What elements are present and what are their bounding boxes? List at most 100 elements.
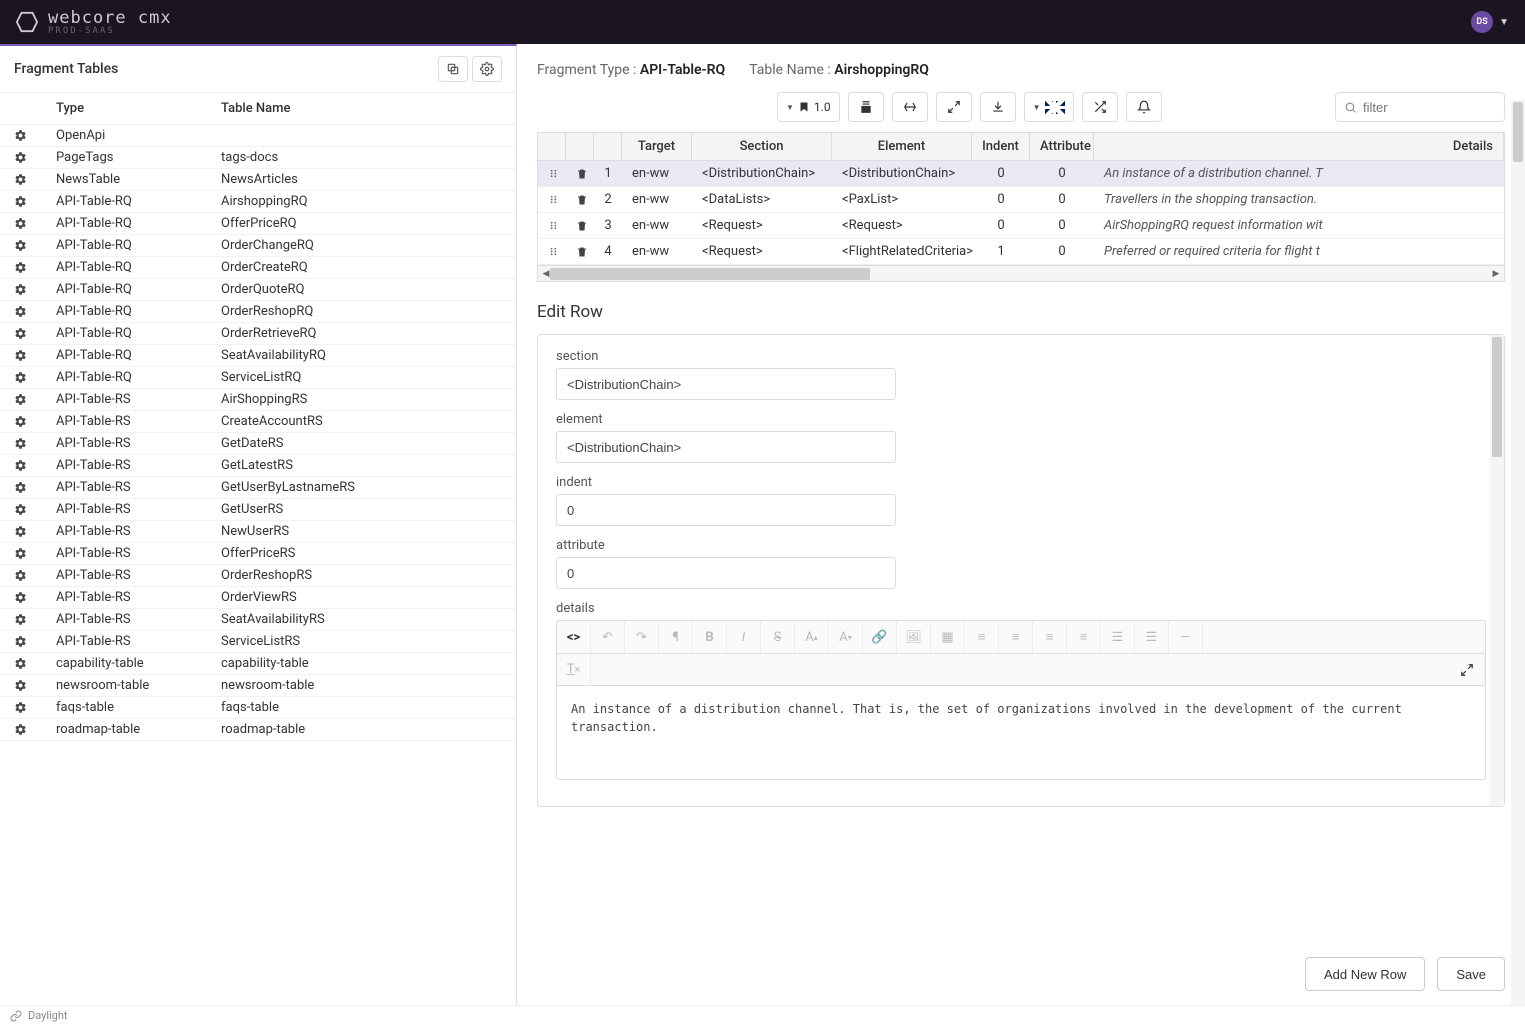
delete-row-icon[interactable] <box>566 163 594 185</box>
gear-icon[interactable] <box>14 305 56 318</box>
table-row[interactable]: PageTagstags-docs <box>0 147 516 169</box>
filter-input[interactable] <box>1363 100 1496 115</box>
table-row[interactable]: API-Table-RSCreateAccountRS <box>0 411 516 433</box>
table-row[interactable]: API-Table-RQOrderRetrieveRQ <box>0 323 516 345</box>
gear-icon[interactable] <box>14 151 56 164</box>
delete-row-icon[interactable] <box>566 241 594 263</box>
delete-row-icon[interactable] <box>566 215 594 237</box>
delete-row-icon[interactable] <box>566 189 594 211</box>
table-row[interactable]: API-Table-RQAirshoppingRQ <box>0 191 516 213</box>
table-row[interactable]: faqs-tablefaqs-table <box>0 697 516 719</box>
details-editor[interactable]: An instance of a distribution channel. T… <box>556 685 1486 780</box>
table-row[interactable]: API-Table-RSGetUserByLastnameRS <box>0 477 516 499</box>
archive-button[interactable] <box>848 92 884 122</box>
gear-icon[interactable] <box>14 591 56 604</box>
rte-hr-button[interactable]: — <box>1169 621 1203 653</box>
gear-icon[interactable] <box>14 481 56 494</box>
rte-align-left-button[interactable]: ≡ <box>965 621 999 653</box>
table-row[interactable]: API-Table-RSServiceListRS <box>0 631 516 653</box>
gear-icon[interactable] <box>14 459 56 472</box>
download-button[interactable] <box>980 92 1016 122</box>
table-row[interactable]: OpenApi <box>0 125 516 147</box>
table-row[interactable]: API-Table-RSGetDateRS <box>0 433 516 455</box>
gear-icon[interactable] <box>14 349 56 362</box>
settings-button[interactable] <box>472 56 502 82</box>
add-row-button[interactable]: Add New Row <box>1305 957 1425 991</box>
table-row[interactable]: API-Table-RSGetLatestRS <box>0 455 516 477</box>
rte-align-right-button[interactable]: ≡ <box>1033 621 1067 653</box>
rte-fontdec-button[interactable]: A▾ <box>829 621 863 653</box>
table-row[interactable]: API-Table-RQOfferPriceRQ <box>0 213 516 235</box>
attribute-input[interactable] <box>556 557 896 589</box>
gear-icon[interactable] <box>14 261 56 274</box>
gear-icon[interactable] <box>14 239 56 252</box>
edit-vscroll[interactable] <box>1490 335 1504 806</box>
gear-icon[interactable] <box>14 613 56 626</box>
gear-icon[interactable] <box>14 283 56 296</box>
gear-icon[interactable] <box>14 371 56 384</box>
table-row[interactable]: API-Table-RSSeatAvailabilityRS <box>0 609 516 631</box>
gear-icon[interactable] <box>14 635 56 648</box>
drag-handle-icon[interactable] <box>538 241 566 262</box>
notifications-button[interactable] <box>1126 92 1162 122</box>
rte-redo-button[interactable]: ↷ <box>625 621 659 653</box>
rte-fullscreen-button[interactable] <box>1450 654 1485 686</box>
grid-row[interactable]: 3en-ww<Request><Request>00AirShoppingRQ … <box>538 213 1504 239</box>
rte-strike-button[interactable]: S <box>761 621 795 653</box>
gear-icon[interactable] <box>14 415 56 428</box>
table-row[interactable]: NewsTableNewsArticles <box>0 169 516 191</box>
save-button[interactable]: Save <box>1437 957 1505 991</box>
table-row[interactable]: API-Table-RQOrderReshopRQ <box>0 301 516 323</box>
section-input[interactable] <box>556 368 896 400</box>
user-menu-caret-icon[interactable]: ▼ <box>1499 17 1509 28</box>
gear-icon[interactable] <box>14 129 56 142</box>
rte-list-ul-button[interactable]: ☰ <box>1101 621 1135 653</box>
gear-icon[interactable] <box>14 701 56 714</box>
gear-icon[interactable] <box>14 327 56 340</box>
rte-align-center-button[interactable]: ≡ <box>999 621 1033 653</box>
gear-icon[interactable] <box>14 195 56 208</box>
grid-row[interactable]: 4en-ww<Request><FlightRelatedCriteria>10… <box>538 239 1504 265</box>
gear-icon[interactable] <box>14 525 56 538</box>
indent-input[interactable] <box>556 494 896 526</box>
table-row[interactable]: API-Table-RSNewUserRS <box>0 521 516 543</box>
rte-image-button[interactable]: 🖼 <box>897 621 931 653</box>
shuffle-button[interactable] <box>1082 92 1118 122</box>
recycle-button[interactable] <box>892 92 928 122</box>
gear-icon[interactable] <box>14 393 56 406</box>
panel-vscroll[interactable] <box>1511 100 1525 1005</box>
rte-italic-button[interactable]: I <box>727 621 761 653</box>
table-row[interactable]: API-Table-RQServiceListRQ <box>0 367 516 389</box>
drag-handle-icon[interactable] <box>538 163 566 184</box>
gear-icon[interactable] <box>14 547 56 560</box>
element-input[interactable] <box>556 431 896 463</box>
rte-paragraph-button[interactable]: ¶ <box>659 621 693 653</box>
expand-button[interactable] <box>936 92 972 122</box>
gear-icon[interactable] <box>14 569 56 582</box>
table-row[interactable]: API-Table-RSOrderReshopRS <box>0 565 516 587</box>
table-row[interactable]: capability-tablecapability-table <box>0 653 516 675</box>
drag-handle-icon[interactable] <box>538 215 566 236</box>
rte-align-justify-button[interactable]: ≡ <box>1067 621 1101 653</box>
table-row[interactable]: API-Table-RSGetUserRS <box>0 499 516 521</box>
table-row[interactable]: API-Table-RQSeatAvailabilityRQ <box>0 345 516 367</box>
grid-row[interactable]: 1en-ww<DistributionChain><DistributionCh… <box>538 161 1504 187</box>
table-row[interactable]: API-Table-RQOrderCreateRQ <box>0 257 516 279</box>
table-row[interactable]: API-Table-RSOrderViewRS <box>0 587 516 609</box>
gear-icon[interactable] <box>14 437 56 450</box>
table-row[interactable]: API-Table-RSAirShoppingRS <box>0 389 516 411</box>
gear-icon[interactable] <box>14 173 56 186</box>
copy-button[interactable] <box>438 56 468 82</box>
filter-box[interactable] <box>1335 92 1505 122</box>
rte-link-button[interactable]: 🔗 <box>863 621 897 653</box>
rte-clear-format-button[interactable]: T× <box>557 654 591 686</box>
table-row[interactable]: newsroom-tablenewsroom-table <box>0 675 516 697</box>
table-row[interactable]: API-Table-RSOfferPriceRS <box>0 543 516 565</box>
gear-icon[interactable] <box>14 723 56 736</box>
rte-code-button[interactable]: <> <box>557 621 591 653</box>
rte-list-ol-button[interactable]: ☰ <box>1135 621 1169 653</box>
table-row[interactable]: API-Table-RQOrderChangeRQ <box>0 235 516 257</box>
gear-icon[interactable] <box>14 679 56 692</box>
gear-icon[interactable] <box>14 217 56 230</box>
rte-bold-button[interactable]: B <box>693 621 727 653</box>
